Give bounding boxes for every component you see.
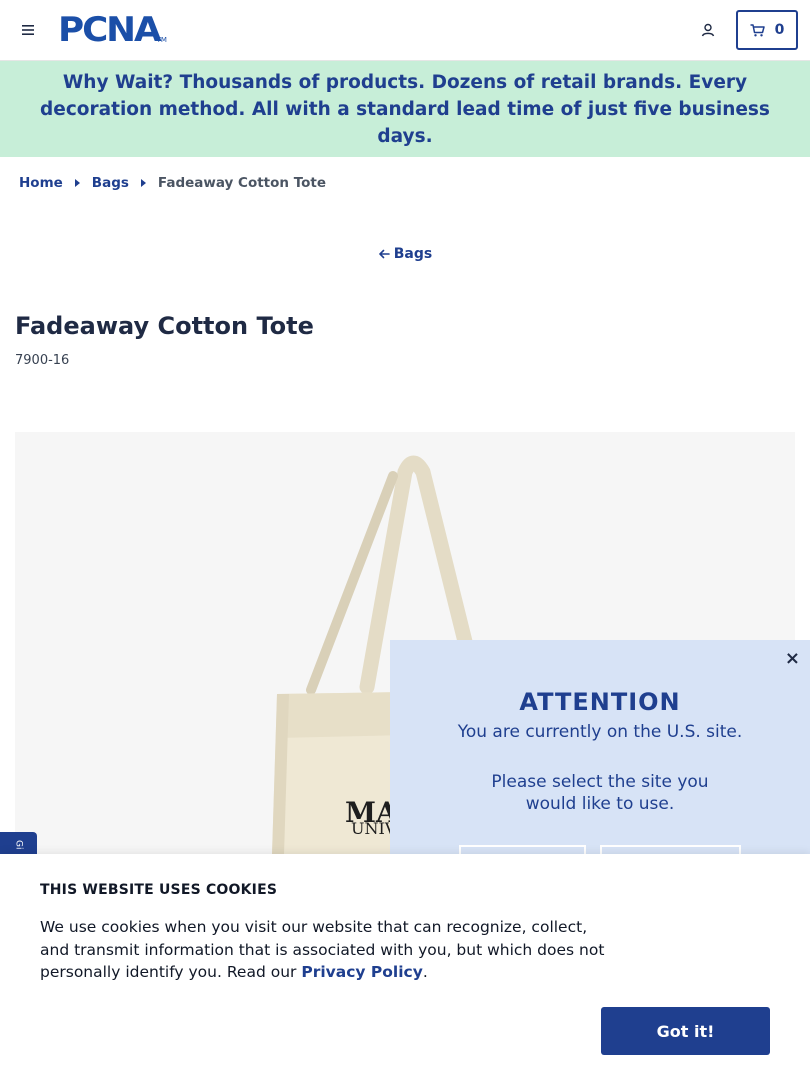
- hamburger-menu-icon[interactable]: [18, 20, 38, 40]
- product-title: Fadeaway Cotton Tote: [15, 312, 314, 340]
- logo-text: PCNA: [58, 10, 162, 50]
- popup-select-site-text: Please select the site you would like to…: [491, 772, 709, 814]
- got-it-button[interactable]: Got it!: [601, 1007, 770, 1055]
- cookie-banner: THIS WEBSITE USES COOKIES We use cookies…: [0, 854, 810, 1080]
- side-tab-label: Gi: [13, 840, 24, 850]
- breadcrumb: Home Bags Fadeaway Cotton Tote: [19, 175, 326, 191]
- site-select-popup: × ATTENTION You are currently on the U.S…: [390, 640, 810, 885]
- close-icon[interactable]: ×: [785, 648, 800, 669]
- back-link-label: Bags: [393, 246, 433, 262]
- cart-count: 0: [774, 22, 785, 38]
- cookie-title: THIS WEBSITE USES COOKIES: [40, 882, 278, 898]
- promo-text: Why Wait? Thousands of products. Dozens …: [14, 69, 796, 150]
- breadcrumb-separator-icon: [140, 179, 146, 187]
- site-header: PCNA TM 0: [0, 0, 810, 61]
- product-sku: 7900-16: [15, 353, 70, 368]
- cart-icon: [750, 23, 765, 36]
- breadcrumb-bags[interactable]: Bags: [92, 175, 129, 191]
- promo-lead: Why Wait?: [62, 71, 174, 93]
- breadcrumb-current: Fadeaway Cotton Tote: [157, 175, 327, 191]
- popup-title: ATTENTION: [519, 688, 681, 716]
- arrow-left-icon: [378, 249, 390, 259]
- back-to-bags-link[interactable]: Bags: [0, 246, 810, 262]
- cart-button[interactable]: 0: [736, 10, 798, 50]
- pcna-logo[interactable]: PCNA TM: [58, 10, 178, 50]
- breadcrumb-separator-icon: [74, 179, 80, 187]
- promo-banner: Why Wait? Thousands of products. Dozens …: [0, 61, 810, 157]
- privacy-policy-link[interactable]: Privacy Policy: [301, 963, 423, 981]
- cookie-text: We use cookies when you visit our websit…: [40, 916, 620, 984]
- breadcrumb-home[interactable]: Home: [19, 175, 63, 191]
- account-icon[interactable]: [698, 20, 718, 40]
- popup-current-site-text: You are currently on the U.S. site.: [457, 722, 743, 742]
- cookie-period: .: [422, 963, 428, 981]
